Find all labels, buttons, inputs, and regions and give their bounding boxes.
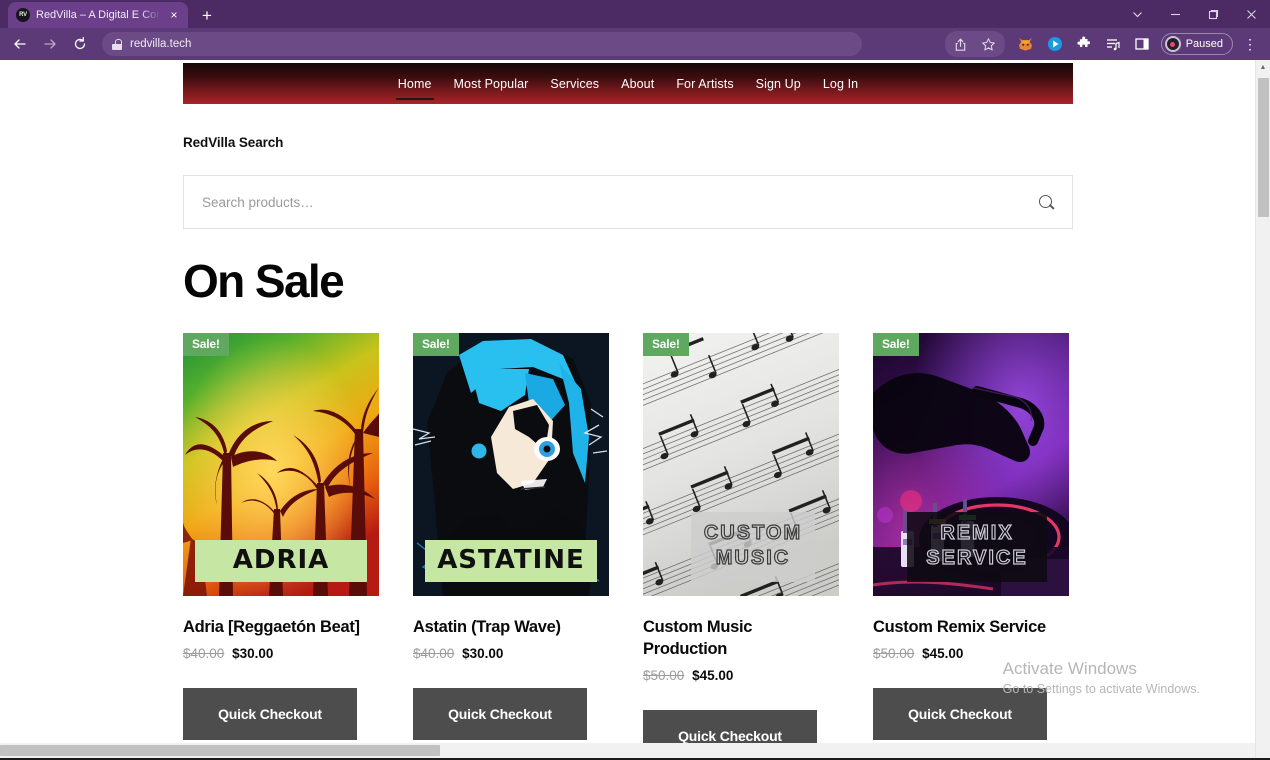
reading-list-icon[interactable] (1099, 31, 1127, 57)
product-new-price: $45.00 (692, 667, 734, 683)
share-icon[interactable] (947, 31, 975, 57)
product-thumbnail[interactable]: Sale! CUSTOM MUSIC (643, 333, 839, 597)
product-price: $40.00 $30.00 (413, 646, 609, 661)
product-grid: Sale! ADRIA Adria [Reggaetón Beat] $40.0… (183, 333, 1073, 744)
product-thumbnail[interactable]: Sale! ADRIA (183, 333, 379, 597)
browser-toolbar: redvilla.tech Paused ⋮ (0, 28, 1270, 60)
vertical-scroll-thumb[interactable] (1258, 78, 1269, 217)
bookmark-star-icon[interactable] (975, 31, 1003, 57)
nav-item-home[interactable]: Home (387, 64, 443, 104)
product-old-price: $50.00 (643, 667, 685, 683)
nav-item-about[interactable]: About (610, 64, 665, 104)
close-window-button[interactable] (1232, 0, 1270, 28)
horizontal-scroll-thumb[interactable] (0, 745, 440, 757)
play-badge-icon[interactable] (1041, 31, 1069, 57)
tab-search-icon[interactable] (1118, 0, 1156, 28)
fox-icon[interactable] (1012, 31, 1040, 57)
side-panel-icon[interactable] (1128, 31, 1156, 57)
quick-checkout-button[interactable]: Quick Checkout (643, 709, 817, 744)
nav-item-sign-up[interactable]: Sign Up (745, 64, 812, 104)
address-bar[interactable]: redvilla.tech (102, 32, 862, 56)
page-content: Home Most Popular Services About For Art… (183, 63, 1073, 744)
browser-tab[interactable]: RV RedVilla – A Digital E Commerce × (8, 2, 188, 28)
back-icon[interactable] (6, 31, 34, 57)
artwork-title-text: ADRIA (195, 540, 367, 583)
tab-close-icon[interactable]: × (166, 7, 182, 23)
forward-icon[interactable] (36, 31, 64, 57)
product-price: $40.00 $30.00 (183, 646, 379, 661)
page-title: On Sale (183, 255, 345, 307)
product-price: $50.00 $45.00 (643, 668, 839, 683)
horizontal-scrollbar[interactable] (0, 743, 1270, 759)
horizontal-scroll-track[interactable] (0, 743, 1255, 758)
page-viewport: Home Most Popular Services About For Art… (0, 60, 1270, 744)
profile-avatar (1164, 36, 1181, 52)
sale-badge: Sale! (873, 333, 919, 357)
lock-icon (112, 38, 122, 50)
browser-window: RV RedVilla – A Digital E Commerce × + (0, 0, 1270, 760)
product-old-price: $50.00 (873, 646, 915, 662)
reload-icon[interactable] (66, 31, 94, 57)
product-card: Sale! ADRIA Adria [Reggaetón Beat] $40.0… (183, 333, 379, 743)
artwork-title-text: ASTATINE (425, 540, 597, 583)
product-old-price: $40.00 (183, 646, 225, 662)
product-new-price: $30.00 (462, 646, 504, 662)
product-title[interactable]: Adria [Reggaetón Beat] (183, 617, 379, 639)
scrollbar-corner (1255, 743, 1270, 759)
search-box[interactable] (183, 175, 1073, 229)
new-tab-button[interactable]: + (194, 4, 220, 28)
product-new-price: $30.00 (232, 646, 274, 662)
web-page: Home Most Popular Services About For Art… (0, 60, 1255, 744)
product-title[interactable]: Astatin (Trap Wave) (413, 617, 609, 639)
sale-badge: Sale! (643, 333, 689, 357)
product-card: Sale! ASTATINE Astatin (Trap Wave) $40.0… (413, 333, 609, 743)
browser-menu-icon[interactable]: ⋮ (1236, 31, 1264, 57)
tab-strip: RV RedVilla – A Digital E Commerce × + (0, 0, 1270, 28)
tab-favicon-icon: RV (16, 8, 30, 22)
product-card: Sale! CUSTOM MUSIC Custom Music Producti… (643, 333, 839, 744)
vertical-scrollbar[interactable]: ▲ (1255, 60, 1270, 744)
omnibox-actions (944, 31, 1005, 57)
scroll-up-arrow-icon[interactable]: ▲ (1256, 60, 1270, 75)
search-icon[interactable] (1039, 194, 1054, 210)
product-title[interactable]: Custom Remix Service (873, 617, 1069, 639)
sale-badge: Sale! (183, 333, 229, 357)
nav-item-for-artists[interactable]: For Artists (665, 64, 744, 104)
product-new-price: $45.00 (922, 646, 964, 662)
quick-checkout-button[interactable]: Quick Checkout (413, 688, 587, 741)
minimize-button[interactable] (1156, 0, 1194, 28)
nav-item-services[interactable]: Services (539, 64, 610, 104)
toolbar-right-icons: Paused ⋮ (944, 31, 1264, 57)
nav-item-most-popular[interactable]: Most Popular (443, 64, 540, 104)
nav-item-log-in[interactable]: Log In (812, 64, 869, 104)
product-old-price: $40.00 (413, 646, 455, 662)
product-title[interactable]: Custom Music Production (643, 617, 839, 661)
product-price: $50.00 $45.00 (873, 646, 1069, 661)
window-controls (1118, 0, 1270, 28)
maximize-button[interactable] (1194, 0, 1232, 28)
quick-checkout-button[interactable]: Quick Checkout (873, 688, 1047, 741)
artwork-title-text: CUSTOM MUSIC (691, 512, 815, 583)
product-card: Sale! REMIX SERVICE Custom Remix Service… (873, 333, 1069, 743)
product-thumbnail[interactable]: Sale! ASTATINE (413, 333, 609, 597)
tab-title: RedVilla – A Digital E Commerce (36, 9, 160, 21)
search-input[interactable] (202, 194, 1039, 210)
profile-status-label: Paused (1185, 38, 1223, 50)
search-section-label: RedVilla Search (183, 135, 284, 150)
url-text: redvilla.tech (130, 38, 192, 50)
sale-badge: Sale! (413, 333, 459, 357)
product-thumbnail[interactable]: Sale! REMIX SERVICE (873, 333, 1069, 597)
artwork-title-text: REMIX SERVICE (907, 512, 1047, 583)
site-nav: Home Most Popular Services About For Art… (183, 63, 1073, 104)
profile-status-pill[interactable]: Paused (1160, 33, 1233, 55)
quick-checkout-button[interactable]: Quick Checkout (183, 688, 357, 741)
puzzle-icon[interactable] (1070, 31, 1098, 57)
